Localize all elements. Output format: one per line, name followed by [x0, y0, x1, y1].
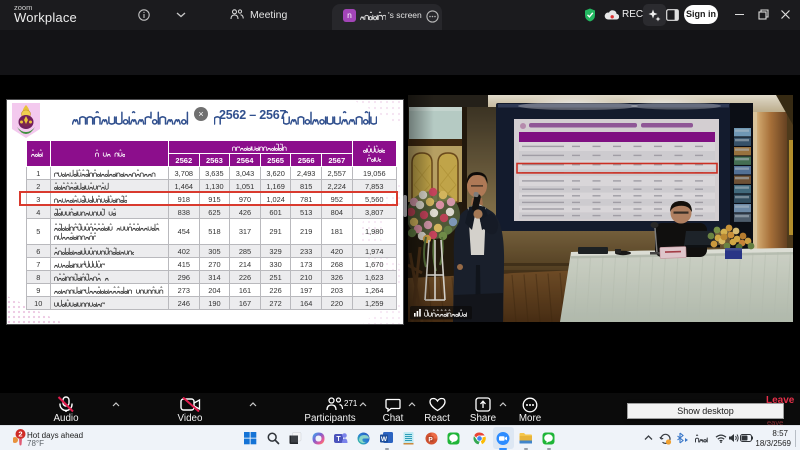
svg-text:T: T	[337, 436, 342, 443]
svg-text:2: 2	[18, 430, 22, 439]
svg-text:P: P	[428, 436, 433, 443]
svg-text:W: W	[381, 436, 388, 443]
